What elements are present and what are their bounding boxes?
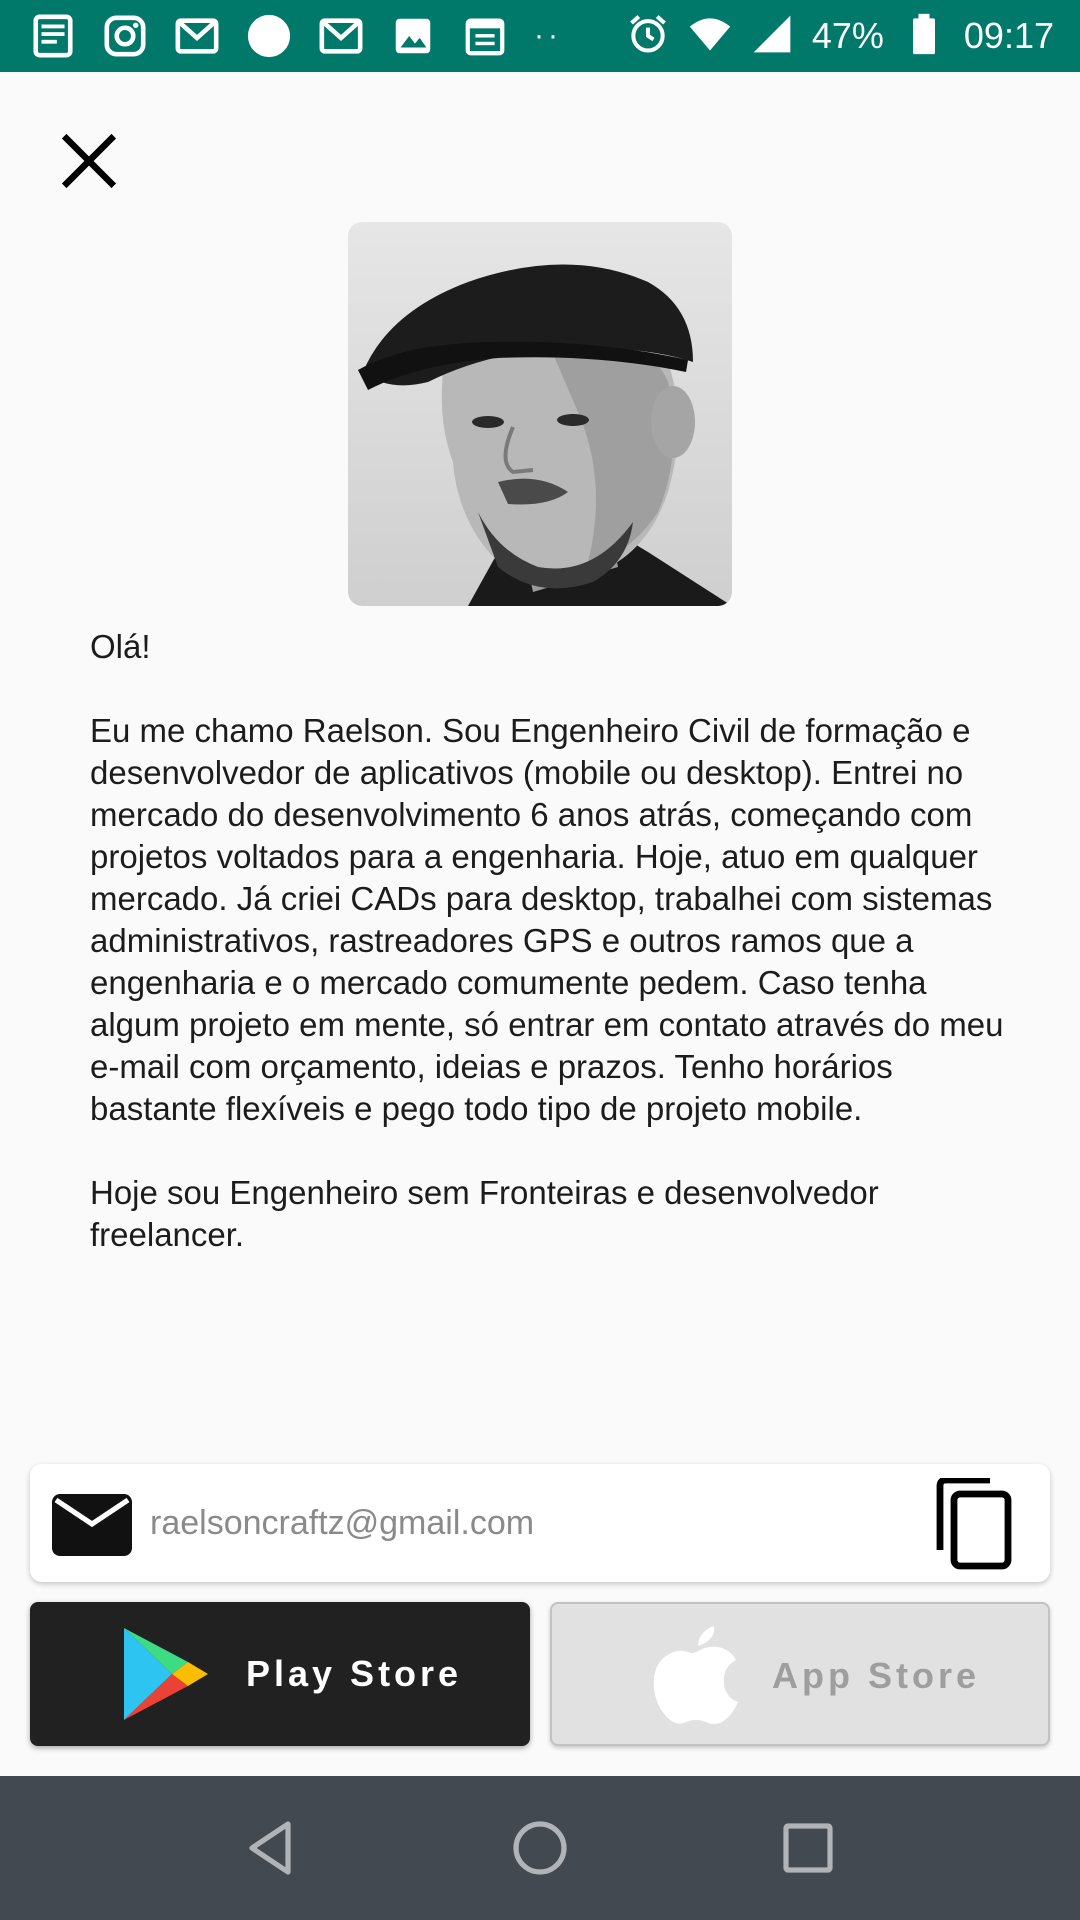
play-store-label: Play Store bbox=[246, 1653, 463, 1694]
close-icon bbox=[61, 133, 117, 189]
greeting: Olá! bbox=[90, 628, 151, 665]
home-icon bbox=[513, 1821, 567, 1875]
battery-icon bbox=[902, 12, 946, 61]
image-icon bbox=[390, 13, 436, 59]
notification-icons: ·· bbox=[30, 12, 562, 60]
email-address[interactable]: raelsoncraftz@gmail.com bbox=[150, 1464, 534, 1582]
apple-icon bbox=[650, 1624, 742, 1724]
play-store-button[interactable]: Play Store bbox=[30, 1602, 530, 1746]
play-store-icon bbox=[120, 1624, 212, 1724]
gmail-icon bbox=[318, 13, 364, 59]
navigation-bar bbox=[0, 1776, 1080, 1920]
circle-icon bbox=[246, 13, 292, 59]
recent-apps-button[interactable] bbox=[776, 1816, 840, 1880]
bio-text: Olá! Eu me chamo Raelson. Sou Engenheiro… bbox=[90, 626, 1010, 1298]
bio-paragraph: Eu me chamo Raelson. Sou Engenheiro Civi… bbox=[90, 712, 1004, 1127]
profile-photo bbox=[348, 222, 732, 606]
status-bar: ·· 47% 09:17 bbox=[0, 0, 1080, 72]
gmail-icon bbox=[174, 13, 220, 59]
app-store-button[interactable]: App Store bbox=[550, 1602, 1050, 1746]
app-store-label: App Store bbox=[772, 1655, 981, 1696]
wifi-icon bbox=[688, 12, 732, 61]
back-icon bbox=[249, 1821, 291, 1875]
copy-email-button[interactable] bbox=[930, 1476, 1014, 1570]
more-notifications: ·· bbox=[534, 19, 562, 52]
back-button[interactable] bbox=[240, 1816, 304, 1880]
system-status: 47% 09:17 bbox=[626, 10, 1054, 62]
recent-apps-icon bbox=[783, 1823, 833, 1873]
email-card: raelsoncraftz@gmail.com bbox=[30, 1464, 1050, 1582]
home-button[interactable] bbox=[508, 1816, 572, 1880]
calendar-icon bbox=[462, 13, 508, 59]
instagram-icon bbox=[102, 13, 148, 59]
alarm-icon bbox=[626, 12, 670, 61]
battery-percent: 47% bbox=[811, 15, 884, 56]
close-button[interactable] bbox=[56, 128, 122, 194]
mail-icon bbox=[52, 1494, 132, 1556]
copy-icon bbox=[936, 1476, 1012, 1570]
signal-icon bbox=[750, 12, 794, 61]
clock: 09:17 bbox=[963, 15, 1054, 56]
bio-paragraph: Hoje sou Engenheiro sem Fronteiras e des… bbox=[90, 1174, 879, 1253]
news-icon bbox=[30, 13, 76, 59]
